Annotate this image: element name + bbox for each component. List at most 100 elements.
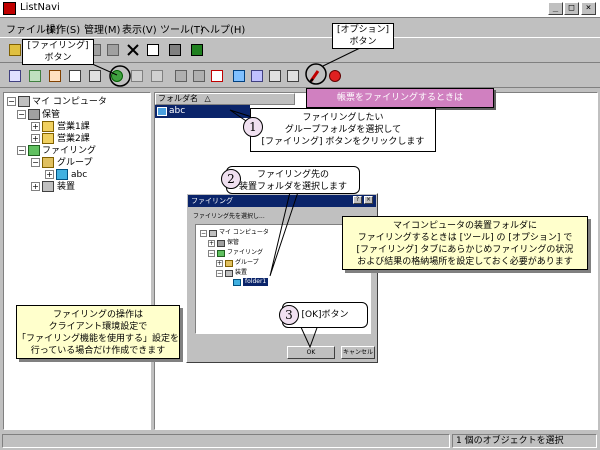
- option-button[interactable]: [306, 67, 324, 85]
- step1-number: 1: [243, 117, 263, 137]
- device-icon: [42, 181, 54, 192]
- computer-icon: [18, 96, 30, 107]
- copy-button[interactable]: [104, 41, 122, 59]
- maximize-button[interactable]: □: [564, 2, 579, 15]
- dialog-title-bar: ファイリング: [188, 195, 376, 207]
- menu-tools[interactable]: ツール(T): [160, 21, 204, 36]
- device-icon: [225, 270, 233, 277]
- menu-view[interactable]: 表示(V): [122, 21, 157, 36]
- filing-icon: [28, 145, 40, 156]
- title-bar: ListNavi _ □ ×: [0, 0, 600, 18]
- tree-item-hokan[interactable]: 保管: [42, 109, 60, 121]
- tree-expand-device[interactable]: +: [31, 182, 40, 191]
- note-filing-condition: ファイリングの操作は クライアント環境設定で 「ファイリング機能を使用する」設定…: [16, 305, 180, 359]
- folder-icon: [56, 169, 68, 180]
- toolbar2-button-7[interactable]: [128, 67, 146, 85]
- filing-icon: [217, 250, 225, 257]
- toolbar2-button-14[interactable]: [266, 67, 284, 85]
- menu-help[interactable]: ヘルプ(H): [200, 21, 245, 36]
- tree-expand-eigyo2[interactable]: +: [31, 134, 40, 143]
- tree-expand-eigyo1[interactable]: +: [31, 122, 40, 131]
- dialog-tree-collapse-filing[interactable]: −: [208, 250, 215, 257]
- folder-icon: [157, 107, 167, 116]
- dialog-tree-group[interactable]: グループ: [235, 259, 259, 267]
- list-item-selected[interactable]: abc: [155, 105, 250, 118]
- dialog-tree-expand-group[interactable]: +: [216, 260, 223, 267]
- computer-icon: [209, 230, 217, 237]
- properties-button[interactable]: [144, 41, 162, 59]
- toolbar2-button-3[interactable]: [46, 67, 64, 85]
- dialog-tree-collapse-device[interactable]: −: [216, 270, 223, 277]
- dialog-help-button[interactable]: ?: [353, 196, 362, 204]
- app-icon: [3, 2, 16, 15]
- refresh-button[interactable]: [166, 41, 184, 59]
- dialog-tree-root[interactable]: マイ コンピュータ: [219, 229, 269, 237]
- close-button[interactable]: ×: [581, 2, 596, 15]
- note-device-option: マイコンピュータの装置フォルダに ファイリングするときは [ツール] の [オプ…: [342, 216, 588, 270]
- callout-step2: ファイリング先の 装置フォルダを選択します: [226, 166, 360, 194]
- callout-filing-button: [ファイリング] ボタン: [22, 39, 94, 65]
- dialog-tree-hokan[interactable]: 保管: [227, 239, 239, 247]
- toolbar2-button-2[interactable]: [26, 67, 44, 85]
- filing-button[interactable]: [108, 67, 126, 85]
- dialog-close-button[interactable]: ×: [364, 196, 373, 204]
- tree-collapse-hokan[interactable]: −: [17, 110, 26, 119]
- callout-option-button: [オプション] ボタン: [332, 23, 394, 49]
- dialog-tree-folder1[interactable]: folder1: [243, 278, 269, 286]
- group-icon: [42, 157, 54, 168]
- storage-icon: [28, 109, 40, 120]
- sort-triangle-icon: △: [204, 94, 211, 103]
- secondary-toolbar: [0, 64, 600, 88]
- step2-number: 2: [221, 169, 241, 189]
- dialog-cancel-button[interactable]: キャンセル: [341, 346, 375, 359]
- banner-filing-title: 帳票をファイリングするときは: [306, 88, 494, 108]
- stop-icon[interactable]: [326, 67, 344, 85]
- dialog-tree-expand-hokan[interactable]: +: [208, 240, 215, 247]
- toolbar2-button-11[interactable]: [208, 67, 226, 85]
- status-pane-left: [2, 434, 450, 448]
- delete-icon[interactable]: [124, 41, 142, 59]
- status-pane-selection: 1 個のオブジェクトを選択: [452, 434, 597, 448]
- folder-icon: [42, 133, 54, 144]
- list-item-label: abc: [169, 106, 186, 116]
- column-header-label: フォルダ名: [158, 94, 198, 103]
- toolbar2-button-12[interactable]: [230, 67, 248, 85]
- storage-icon: [217, 240, 225, 247]
- dialog-title: ファイリング: [191, 197, 233, 205]
- toolbar2-button-10[interactable]: [190, 67, 208, 85]
- tree-item-eigyo2[interactable]: 営業2課: [57, 133, 90, 145]
- toolbar2-button-4[interactable]: [66, 67, 84, 85]
- window-title: ListNavi: [20, 2, 60, 13]
- toolbar2-button-9[interactable]: [172, 67, 190, 85]
- folder-icon: [233, 279, 241, 286]
- dialog-instruction: ファイリング先を選択し...: [193, 213, 265, 220]
- toolbar2-button-8[interactable]: [148, 67, 166, 85]
- column-header-folder-name[interactable]: フォルダ名 △: [155, 93, 295, 105]
- tree-collapse-group[interactable]: −: [31, 158, 40, 167]
- tree-item-abc[interactable]: abc: [71, 169, 87, 181]
- menu-operation[interactable]: 操作(S): [46, 21, 80, 36]
- tree-item-my-computer[interactable]: マイ コンピュータ: [32, 96, 107, 108]
- toolbar2-button-5[interactable]: [86, 67, 104, 85]
- book-icon[interactable]: [188, 41, 206, 59]
- tree-item-eigyo1[interactable]: 営業1課: [57, 121, 90, 133]
- menu-bar: ファイル(F) 操作(S) 管理(M) 表示(V) ツール(T) ヘルプ(H): [0, 18, 600, 36]
- callout-step1: ファイリングしたい グループフォルダを選択して [ファイリング] ボタンをクリッ…: [250, 108, 436, 152]
- group-icon: [225, 260, 233, 267]
- menu-manage[interactable]: 管理(M): [84, 21, 120, 36]
- tree-expand-abc[interactable]: +: [45, 170, 54, 179]
- tree-item-filing[interactable]: ファイリング: [42, 145, 96, 157]
- dialog-tree-filing[interactable]: ファイリング: [227, 249, 263, 257]
- step3-number: 3: [279, 305, 299, 325]
- dialog-ok-button[interactable]: OK: [287, 346, 335, 359]
- tree-item-device[interactable]: 装置: [57, 181, 75, 193]
- tree-collapse-filing[interactable]: −: [17, 146, 26, 155]
- dialog-tree-device[interactable]: 装置: [235, 269, 247, 277]
- dialog-tree-collapse-root[interactable]: −: [200, 230, 207, 237]
- toolbar2-button-13[interactable]: [248, 67, 266, 85]
- tree-item-group[interactable]: グループ: [57, 157, 92, 169]
- toolbar2-button-1[interactable]: [6, 67, 24, 85]
- tree-collapse-root[interactable]: −: [7, 97, 16, 106]
- toolbar2-button-15[interactable]: [284, 67, 302, 85]
- minimize-button[interactable]: _: [548, 2, 563, 15]
